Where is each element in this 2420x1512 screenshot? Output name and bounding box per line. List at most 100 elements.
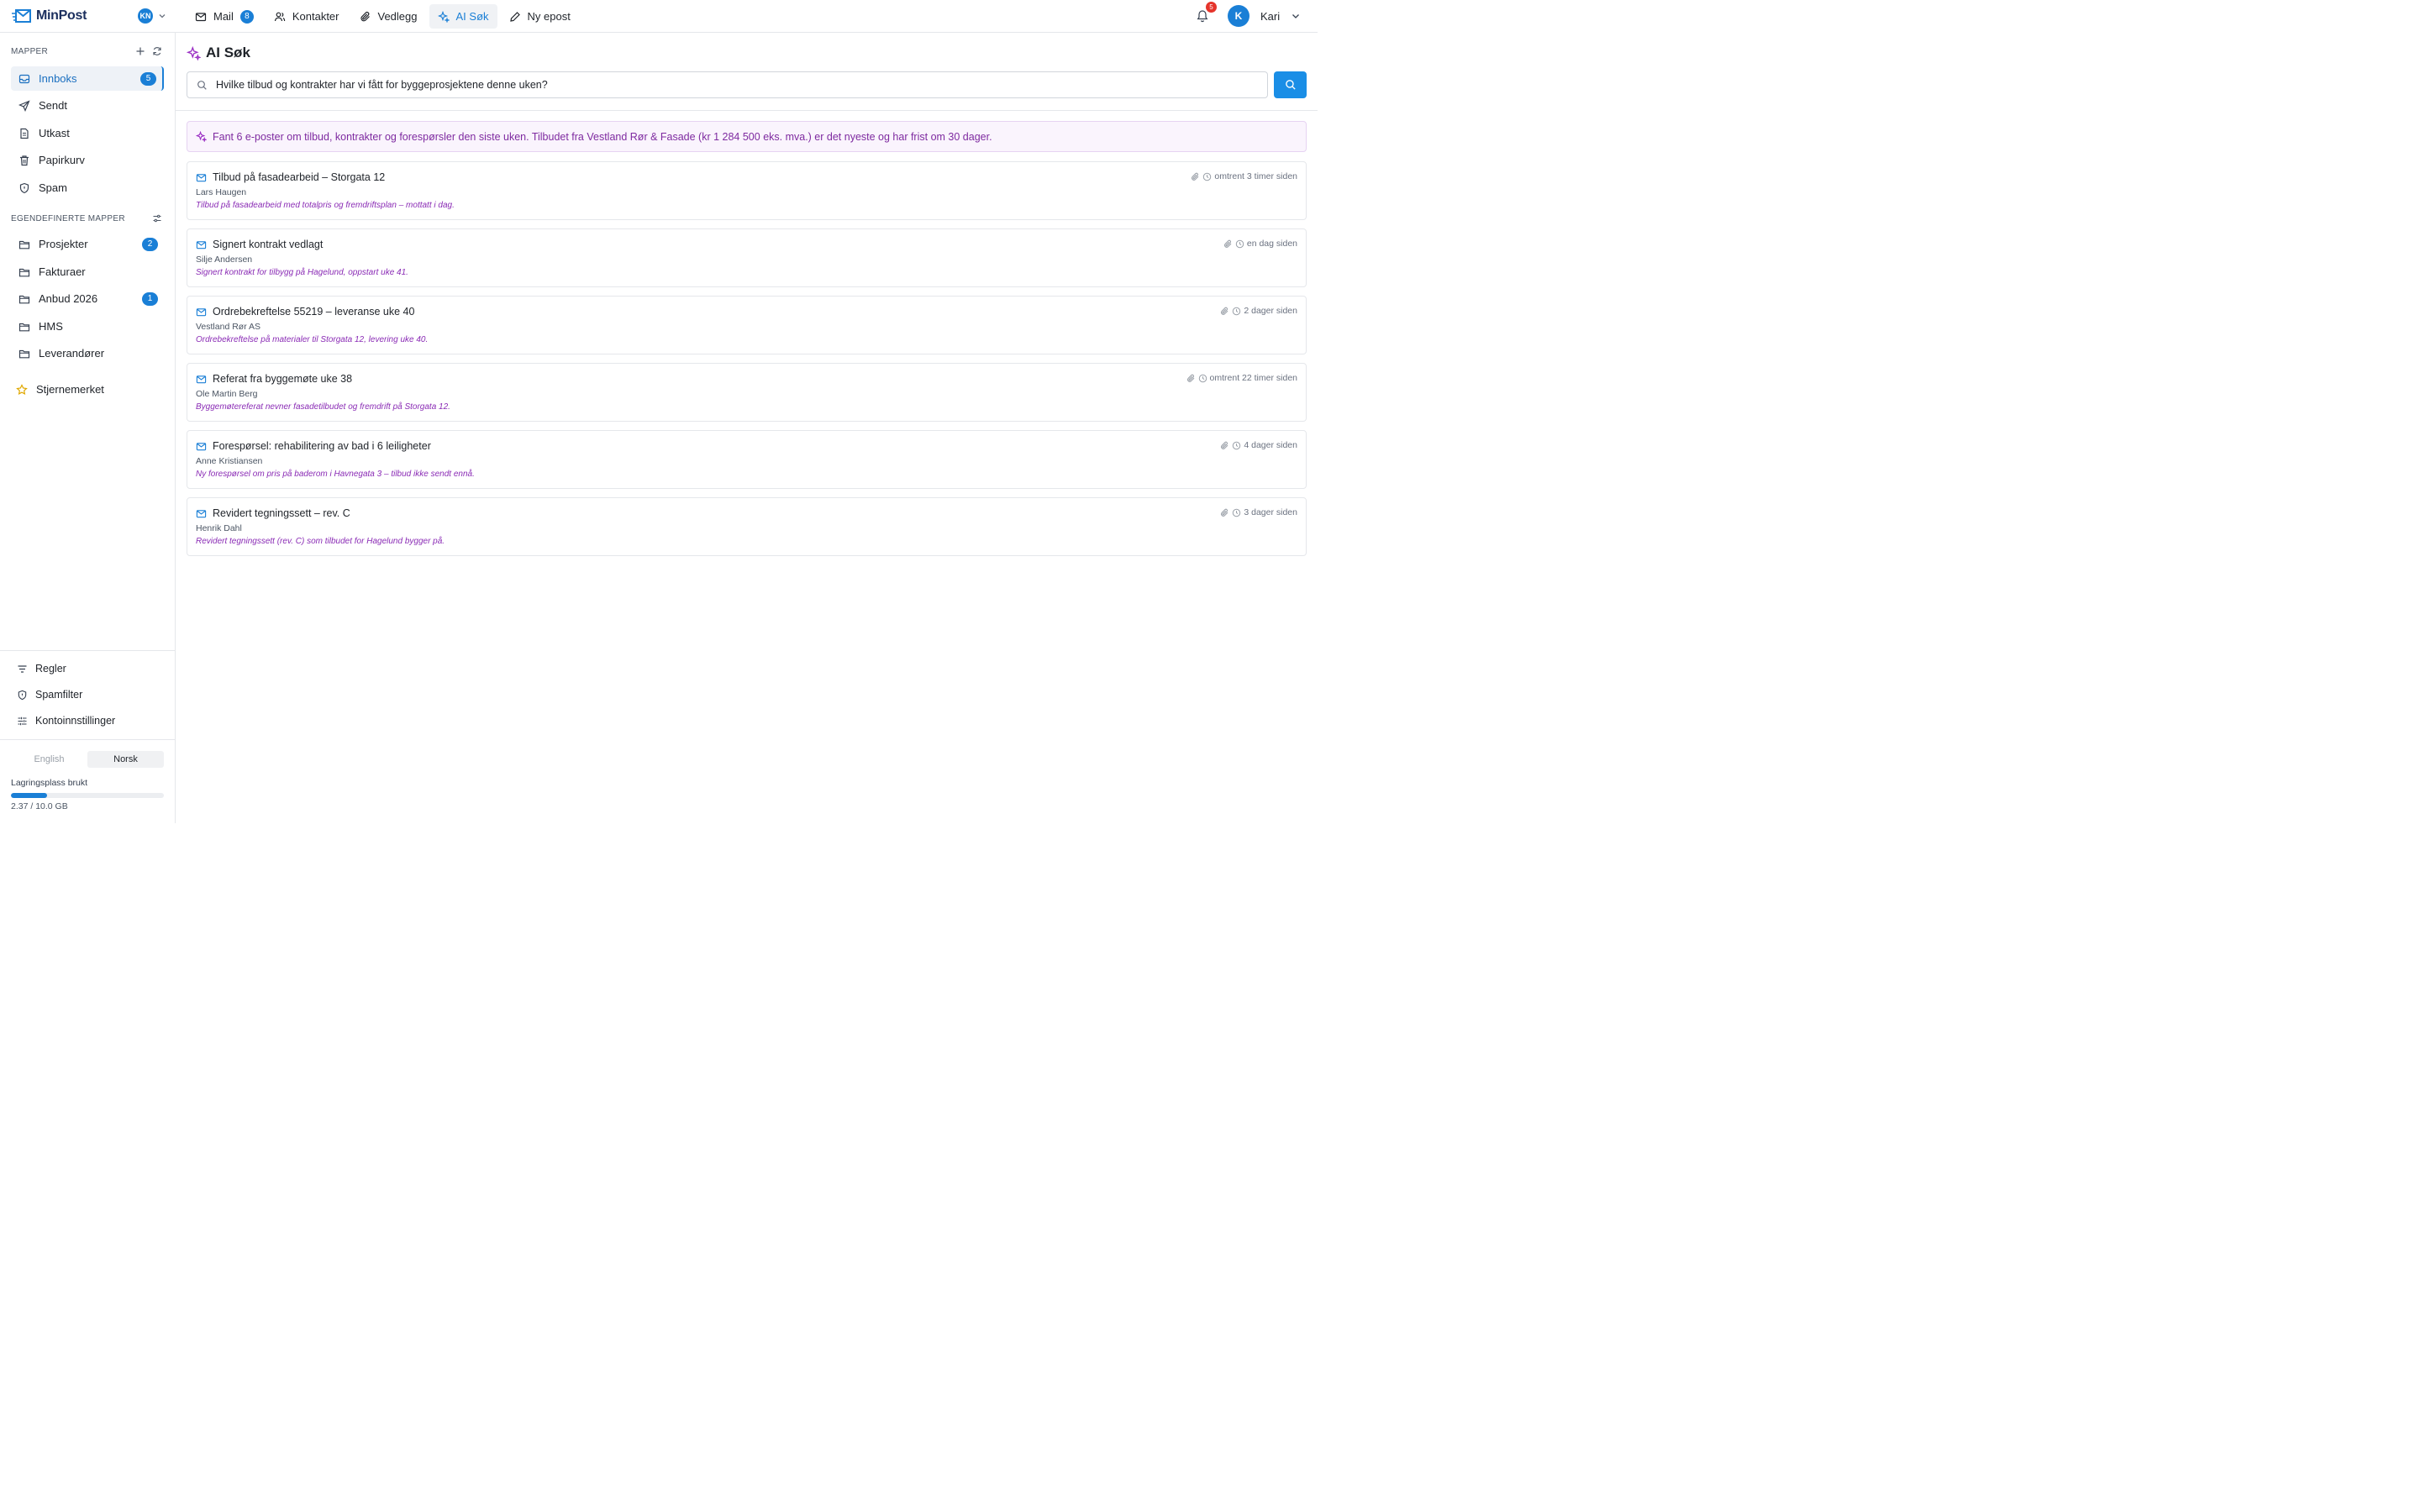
search-icon xyxy=(1285,80,1296,90)
sidebar-item-starred[interactable]: Stjernemerket xyxy=(11,377,164,402)
paperclip-icon xyxy=(1221,307,1228,315)
result-subject: Referat fra byggemøte uke 38 xyxy=(196,373,352,385)
sidebar-item-invoices[interactable]: Fakturaer xyxy=(11,260,164,284)
result-snippet: Ny forespørsel om pris på baderom i Havn… xyxy=(196,470,475,479)
sidebar-settings-links: Regler Spamfilter Kontoinnstillinger xyxy=(0,650,175,727)
sidebar-item-label: Leverandører xyxy=(39,347,105,360)
sidebar-item-spam[interactable]: Spam xyxy=(11,176,164,200)
filter-lines-icon xyxy=(18,664,27,673)
folder-icon xyxy=(18,349,30,358)
sidebar-item-drafts[interactable]: Utkast xyxy=(11,121,164,145)
result-time: 3 dager siden xyxy=(1244,507,1297,517)
sidebar-item-label: Innboks xyxy=(39,72,77,85)
result-item[interactable]: Forespørsel: rehabilitering av bad i 6 l… xyxy=(187,430,1307,489)
sidebar-item-label: Spamfilter xyxy=(35,689,83,701)
trash-icon xyxy=(20,155,29,165)
top-bar: MinPost KN Mail 8 Kontakter Vedlegg AI S… xyxy=(0,0,1318,33)
account-badge: KN xyxy=(138,8,153,24)
mail-icon xyxy=(196,509,207,517)
projects-count-badge: 2 xyxy=(142,237,158,251)
sidebar-item-label: Spam xyxy=(39,181,67,194)
sidebar-item-label: Kontoinnstillinger xyxy=(35,715,116,727)
result-item[interactable]: Referat fra byggemøte uke 38 Ole Martin B… xyxy=(187,363,1307,422)
ai-summary-text: Fant 6 e-poster om tilbud, kontrakter og… xyxy=(213,130,992,143)
nav-mail-label: Mail xyxy=(213,10,234,23)
folders-section-title: MAPPER xyxy=(11,46,49,56)
result-subject: Revidert tegningssett – rev. C xyxy=(196,507,350,519)
star-icon xyxy=(16,383,28,395)
sidebar-item-label: Anbud 2026 xyxy=(39,292,98,305)
ai-search-input[interactable] xyxy=(216,79,1241,91)
sidebar-item-sent[interactable]: Sendt xyxy=(11,93,164,118)
folder-settings-icon[interactable] xyxy=(152,213,162,223)
language-option-english[interactable]: English xyxy=(11,751,87,768)
sidebar-item-projects[interactable]: Prosjekter 2 xyxy=(11,232,164,256)
result-subject-text: Forespørsel: rehabilitering av bad i 6 l… xyxy=(213,440,431,452)
mail-unread-count: 8 xyxy=(239,9,254,24)
sidebar-item-inbox[interactable]: Innboks 5 xyxy=(11,66,164,91)
account-switcher[interactable]: KN xyxy=(138,8,166,24)
pencil-icon xyxy=(509,11,520,22)
send-icon xyxy=(18,99,30,112)
sidebar-item-spamfilter[interactable]: Spamfilter xyxy=(17,689,82,701)
brand-logo[interactable]: MinPost xyxy=(11,8,87,24)
refresh-icon[interactable] xyxy=(152,46,162,56)
inbox-count-badge: 5 xyxy=(140,71,156,86)
paperclip-icon xyxy=(360,11,370,21)
result-subject: Signert kontrakt vedlagt xyxy=(196,239,323,250)
sidebar-item-label: Papirkurv xyxy=(39,154,85,166)
shield-icon xyxy=(19,182,29,193)
folder-icon xyxy=(18,323,30,331)
tenders-count-badge: 1 xyxy=(142,291,158,306)
nav-mail[interactable]: Mail 8 xyxy=(187,4,262,29)
sparkles-icon xyxy=(187,45,201,60)
chevron-down-icon xyxy=(1292,14,1300,18)
clock-icon xyxy=(1203,172,1212,181)
nav-new-email-label: Ny epost xyxy=(527,10,571,23)
result-sender: Lars Haugen xyxy=(196,187,247,197)
mail-icon xyxy=(195,12,207,21)
result-item[interactable]: Signert kontrakt vedlagt Silje Andersen Si… xyxy=(187,228,1307,287)
sidebar-item-label: Regler xyxy=(35,663,66,675)
result-snippet: Revidert tegningssett (rev. C) som tilbu… xyxy=(196,537,445,546)
sidebar-item-account-settings[interactable]: Kontoinnstillinger xyxy=(17,715,115,727)
page-title-text: AI Søk xyxy=(206,45,250,60)
sidebar: MAPPER Innboks 5 Sendt Utkast Papirkurv … xyxy=(0,33,176,823)
nav-new-email[interactable]: Ny epost xyxy=(501,4,579,29)
sidebar-item-label: Stjernemerket xyxy=(36,383,104,396)
result-time: en dag siden xyxy=(1246,239,1297,249)
nav-attachments[interactable]: Vedlegg xyxy=(351,4,426,29)
inbox-icon xyxy=(18,74,30,83)
language-option-norsk[interactable]: Norsk xyxy=(87,751,164,768)
result-subject: Ordrebekreftelse 55219 – leveranse uke 4… xyxy=(196,306,414,318)
clock-icon xyxy=(1233,441,1241,449)
result-time: omtrent 3 timer siden xyxy=(1214,171,1297,181)
plus-icon[interactable] xyxy=(135,46,145,56)
ai-search-field[interactable] xyxy=(187,71,1268,98)
nav-contacts[interactable]: Kontakter xyxy=(266,4,348,29)
sidebar-item-suppliers[interactable]: Leverandører xyxy=(11,341,164,365)
nav-ai-search[interactable]: AI Søk xyxy=(429,4,497,29)
result-meta: omtrent 3 timer siden xyxy=(1191,171,1297,181)
sidebar-item-rules[interactable]: Regler xyxy=(17,663,66,675)
mail-icon xyxy=(196,442,207,450)
folder-icon xyxy=(18,268,30,276)
sidebar-item-trash[interactable]: Papirkurv xyxy=(11,148,164,172)
user-menu[interactable]: K Kari xyxy=(1228,5,1301,27)
custom-folders-section-header: EGENDEFINERTE MAPPER xyxy=(11,213,162,223)
result-snippet: Tilbud på fasadearbeid med totalpris og … xyxy=(196,201,455,210)
result-item[interactable]: Ordrebekreftelse 55219 – leveranse uke 4… xyxy=(187,296,1307,354)
sidebar-item-hms[interactable]: HMS xyxy=(11,314,164,339)
paperclip-icon xyxy=(1223,239,1232,248)
result-meta: 2 dager siden xyxy=(1220,306,1297,316)
result-time: omtrent 22 timer siden xyxy=(1209,373,1297,383)
mail-icon xyxy=(196,375,207,383)
custom-folders-section-title: EGENDEFINERTE MAPPER xyxy=(11,213,125,223)
result-item[interactable]: Tilbud på fasadearbeid – Storgata 12 Lars… xyxy=(187,161,1307,220)
shield-icon xyxy=(18,690,27,700)
sidebar-item-tenders-2026[interactable]: Anbud 2026 1 xyxy=(11,286,164,311)
result-subject: Tilbud på fasadearbeid – Storgata 12 xyxy=(196,171,385,183)
result-item[interactable]: Revidert tegningssett – rev. C Henrik Dah… xyxy=(187,497,1307,556)
storage-progress-bar xyxy=(11,793,164,798)
search-button[interactable] xyxy=(1274,71,1307,98)
